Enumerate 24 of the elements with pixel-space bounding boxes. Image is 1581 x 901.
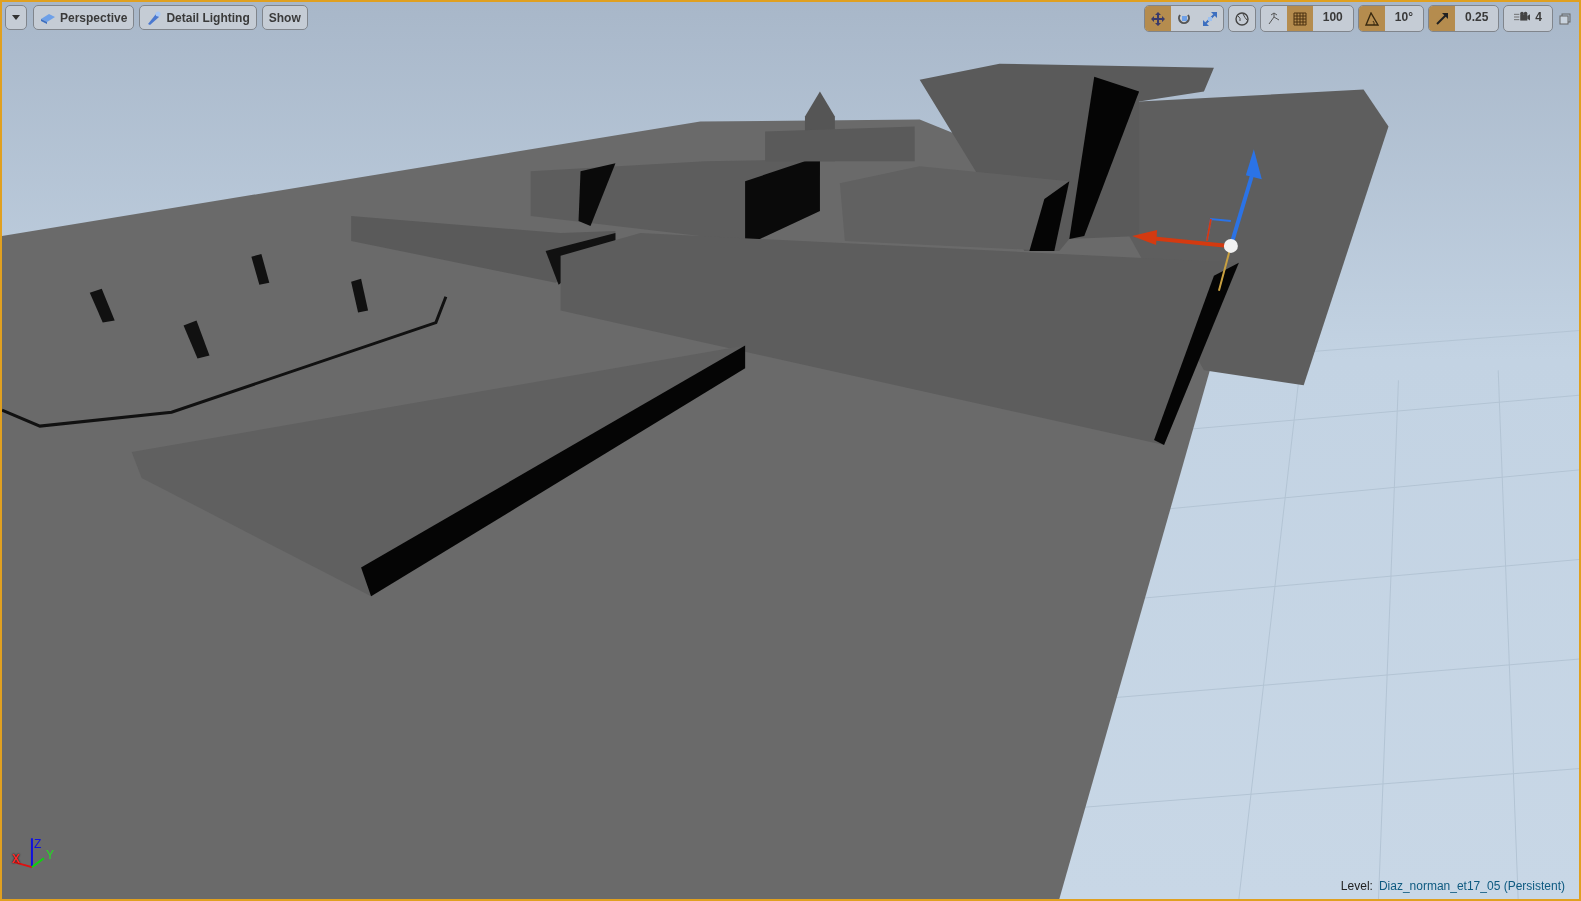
view-button[interactable]: Detail Lighting xyxy=(139,5,257,30)
level-label: Level: xyxy=(1340,879,1373,893)
view-button[interactable]: Perspective xyxy=(33,5,135,30)
view-button[interactable]: Show xyxy=(261,5,308,30)
axis-label: X xyxy=(12,852,20,866)
axis-label: Z xyxy=(34,837,42,851)
scale-arrows-icon xyxy=(1201,11,1218,26)
snap-toggle-button[interactable] xyxy=(1428,6,1455,31)
grid-icon xyxy=(1291,11,1308,26)
angle-icon xyxy=(1363,11,1380,26)
snap-toggle-button[interactable] xyxy=(1286,6,1313,31)
axis-label: Y xyxy=(46,848,54,862)
camera-speed-button[interactable]: 4 xyxy=(1504,6,1552,31)
level-name: Diaz_norman_et17_05 (Persistent) xyxy=(1378,879,1565,893)
globe-icon xyxy=(1233,11,1250,26)
viewport[interactable]: Perspective Detail Lighting Show 100 10° 0.25 4 X Y Z Level: Diaz_norman_et17_05 (Persistent) xyxy=(0,0,1581,901)
options-menu-button[interactable] xyxy=(5,5,27,30)
snap-toggle-button[interactable] xyxy=(1358,6,1385,31)
move-arrows-icon xyxy=(1149,11,1166,26)
transform-tool-button[interactable] xyxy=(1144,6,1171,31)
caret-icon xyxy=(12,15,20,20)
camera-icon xyxy=(1514,10,1531,24)
restore-windows-icon xyxy=(1559,12,1571,25)
flashlight-icon xyxy=(146,10,163,25)
